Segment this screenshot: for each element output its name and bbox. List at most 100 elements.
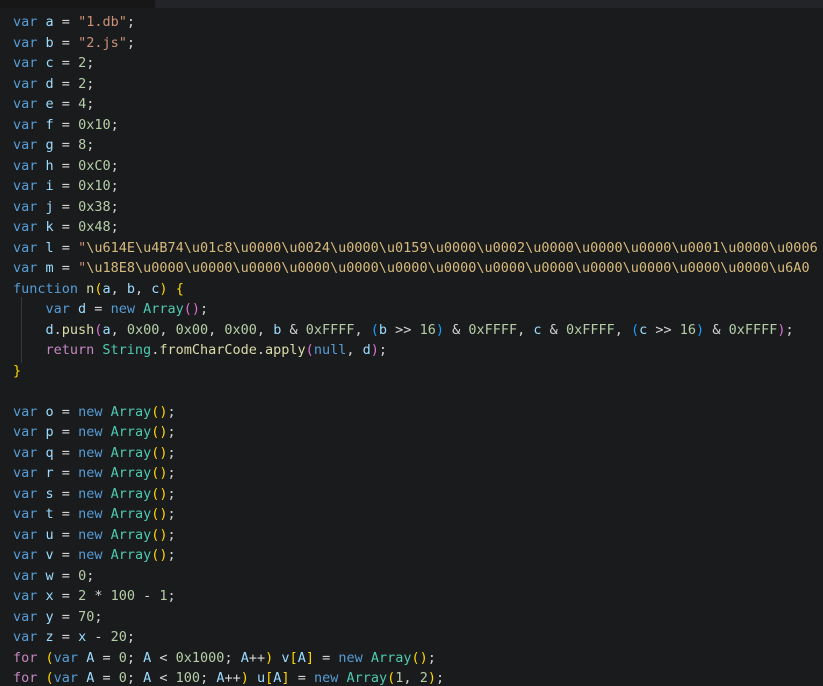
code-token-pl: ;: [168, 527, 176, 543]
code-token-pl: ;: [86, 76, 94, 92]
code-token-num: 2: [78, 76, 86, 92]
code-line[interactable]: var d = new Array();: [13, 299, 823, 320]
code-token-kw: var: [13, 629, 37, 645]
code-token-id: b: [127, 281, 135, 297]
code-token-kw: new: [78, 527, 102, 543]
code-line[interactable]: var i = 0x10;: [13, 176, 823, 197]
code-token-id: d: [78, 301, 86, 317]
code-token-pl: [37, 486, 45, 502]
code-token-pl: [37, 506, 45, 522]
code-line[interactable]: for (var A = 0; A < 100; A++) u[A] = new…: [13, 668, 823, 686]
code-token-num: 0x10: [78, 178, 111, 194]
code-token-num: 0x48: [78, 219, 111, 235]
code-token-id: k: [46, 219, 54, 235]
code-line[interactable]: var d = 2;: [13, 74, 823, 95]
code-line[interactable]: var k = 0x48;: [13, 217, 823, 238]
code-line[interactable]: var z = x - 20;: [13, 627, 823, 648]
code-line[interactable]: function n(a, b, c) {: [13, 279, 823, 300]
code-token-pl: [37, 424, 45, 440]
code-token-num: 0x00: [127, 322, 160, 338]
code-line[interactable]: var r = new Array();: [13, 463, 823, 484]
code-token-kw: new: [78, 506, 102, 522]
code-token-pl: ;: [224, 650, 240, 666]
code-token-kw: var: [13, 219, 37, 235]
code-token-pl: =: [54, 76, 78, 92]
code-token-kw: new: [78, 465, 102, 481]
code-token-pl: [37, 199, 45, 215]
code-token-kw: var: [13, 445, 37, 461]
code-token-id: a: [46, 14, 54, 30]
code-token-id: a: [102, 322, 110, 338]
code-line[interactable]: }: [13, 361, 823, 382]
active-tab-edge: [0, 0, 155, 8]
code-token-pl: =: [54, 14, 78, 30]
code-token-b1: [: [290, 650, 298, 666]
code-token-pl: ;: [168, 404, 176, 420]
code-token-num: 0: [78, 568, 86, 584]
code-token-num: 0xFFFF: [729, 322, 778, 338]
code-token-pl: ;: [94, 609, 102, 625]
code-line[interactable]: var b = "2.js";: [13, 33, 823, 54]
code-token-kw: new: [78, 547, 102, 563]
code-line[interactable]: var g = 8;: [13, 135, 823, 156]
code-line[interactable]: var m = "\u18E8\u0000\u0000\u0000\u0000\…: [13, 258, 823, 279]
code-token-pl: [249, 670, 257, 686]
code-token-pl: ++: [249, 650, 265, 666]
code-token-pl: =: [54, 506, 78, 522]
code-line[interactable]: var p = new Array();: [13, 422, 823, 443]
code-line[interactable]: [13, 381, 823, 402]
code-token-kw: var: [13, 404, 37, 420]
code-token-id: y: [46, 609, 54, 625]
code-token-kw: var: [13, 465, 37, 481]
code-token-cls: Array: [111, 465, 152, 481]
code-token-id: a: [102, 281, 110, 297]
code-line[interactable]: var t = new Array();: [13, 504, 823, 525]
code-token-num: 1: [159, 588, 167, 604]
code-line[interactable]: var j = 0x38;: [13, 197, 823, 218]
code-token-kw: var: [13, 486, 37, 502]
code-token-pl: ;: [86, 568, 94, 584]
code-line[interactable]: var x = 2 * 100 - 1;: [13, 586, 823, 607]
code-line[interactable]: for (var A = 0; A < 0x1000; A++) v[A] = …: [13, 648, 823, 669]
code-line[interactable]: var f = 0x10;: [13, 115, 823, 136]
code-line[interactable]: var a = "1.db";: [13, 12, 823, 33]
code-line[interactable]: var w = 0;: [13, 566, 823, 587]
code-token-pl: ,: [111, 322, 127, 338]
code-token-kw: var: [54, 670, 78, 686]
code-token-pl: .: [54, 322, 62, 338]
code-line[interactable]: var e = 4;: [13, 94, 823, 115]
code-token-pl: ,: [257, 322, 273, 338]
code-line[interactable]: return String.fromCharCode.apply(null, d…: [13, 340, 823, 361]
code-line[interactable]: var h = 0xC0;: [13, 156, 823, 177]
code-line[interactable]: var y = 70;: [13, 607, 823, 628]
code-token-kw: var: [13, 137, 37, 153]
code-token-num: 0: [119, 650, 127, 666]
code-line[interactable]: d.push(a, 0x00, 0x00, 0x00, b & 0xFFFF, …: [13, 320, 823, 341]
code-line[interactable]: var u = new Array();: [13, 525, 823, 546]
code-token-pl: *: [86, 588, 110, 604]
code-token-pl: =: [54, 486, 78, 502]
code-token-pl: =: [290, 670, 314, 686]
code-token-b1: (): [151, 486, 167, 502]
code-token-fn: push: [62, 322, 95, 338]
code-token-pl: [102, 465, 110, 481]
code-token-pl: ;: [127, 650, 143, 666]
code-line[interactable]: var s = new Array();: [13, 484, 823, 505]
code-line[interactable]: var l = "\u614E\u4B74\u01c8\u0000\u0024\…: [13, 238, 823, 259]
code-line[interactable]: var o = new Array();: [13, 402, 823, 423]
code-line[interactable]: var v = new Array();: [13, 545, 823, 566]
code-token-pl: &: [444, 322, 468, 338]
code-token-ctrl: return: [46, 342, 95, 358]
code-token-pl: <: [151, 650, 175, 666]
code-line[interactable]: var q = new Array();: [13, 443, 823, 464]
code-area[interactable]: var a = "1.db";var b = "2.js";var c = 2;…: [0, 8, 823, 686]
code-token-num: 0xFFFF: [566, 322, 615, 338]
code-token-id: A: [241, 650, 249, 666]
code-token-pl: >>: [647, 322, 680, 338]
code-token-kw: var: [13, 568, 37, 584]
code-token-pl: [102, 424, 110, 440]
code-token-pl: ++: [224, 670, 240, 686]
code-token-kw: new: [314, 670, 338, 686]
code-token-pl: ,: [355, 322, 371, 338]
code-line[interactable]: var c = 2;: [13, 53, 823, 74]
